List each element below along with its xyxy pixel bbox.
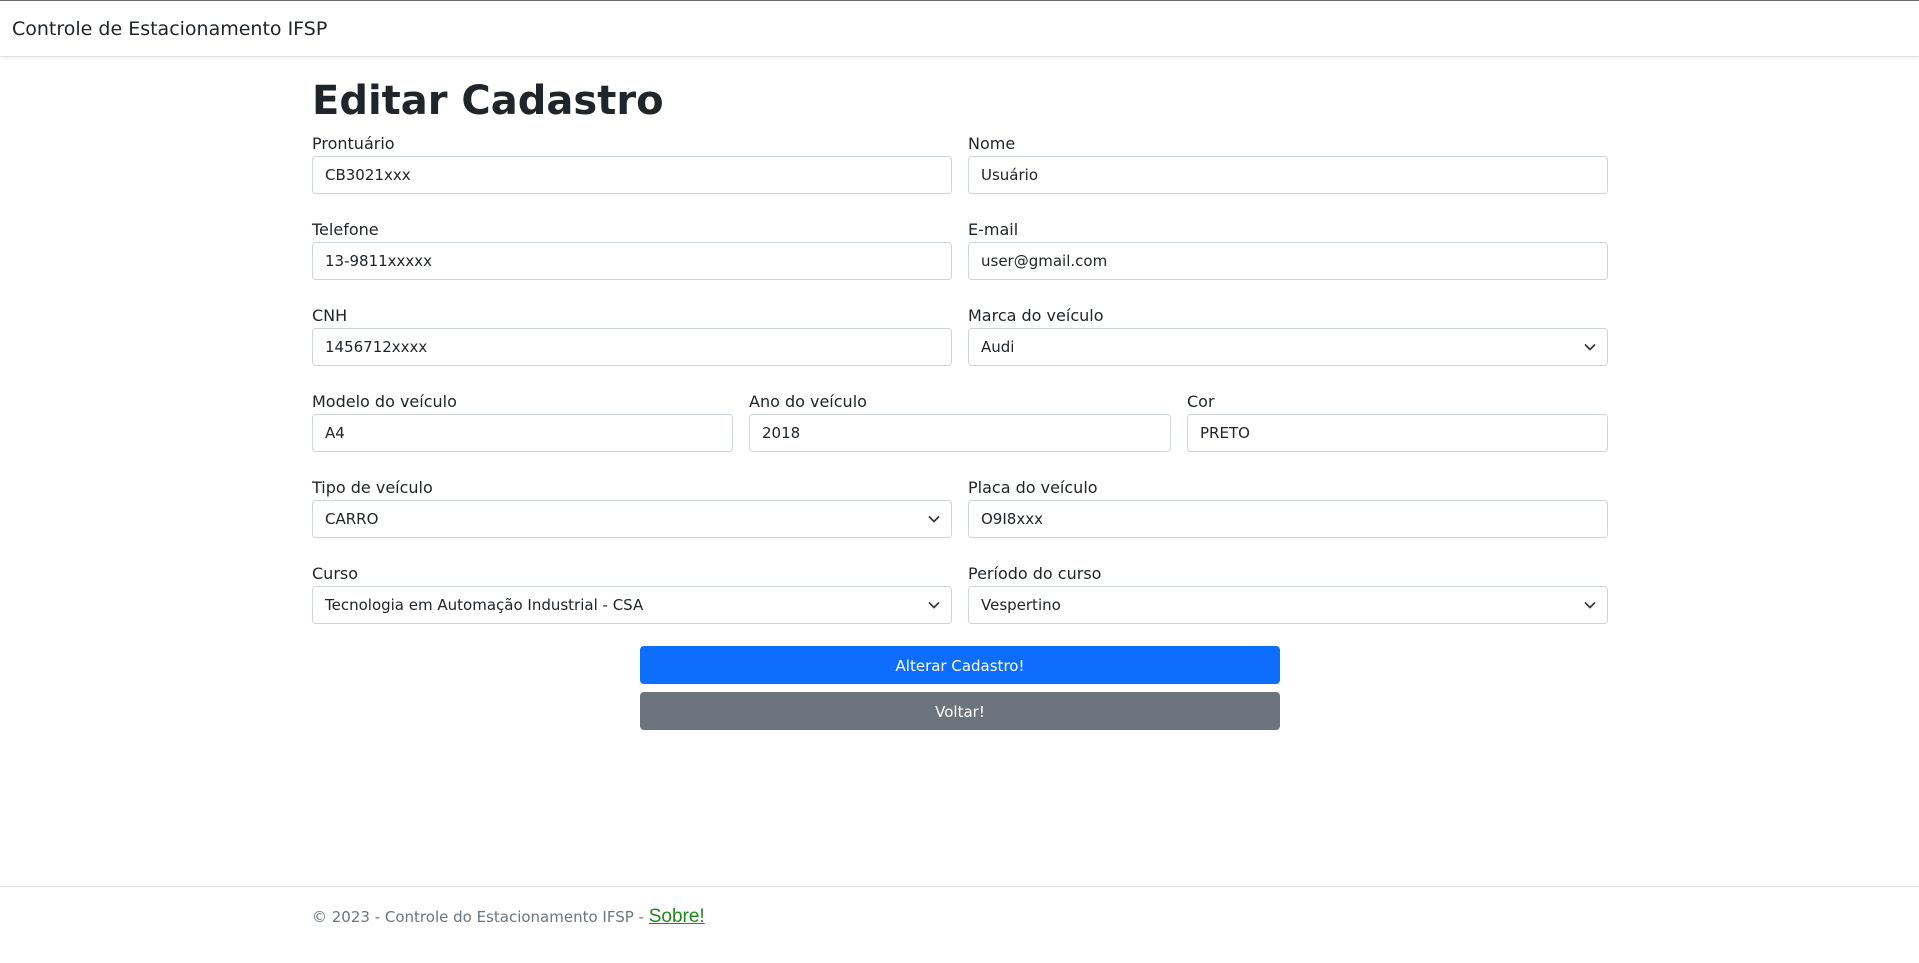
ano-input[interactable]: 2018	[749, 414, 1171, 452]
footer: © 2023 - Controle do Estacionamento IFSP…	[0, 886, 1919, 963]
cor-group: Cor PRETO	[1187, 392, 1608, 454]
tipo-group: Tipo de veículo CARRO	[312, 478, 952, 540]
modelo-input[interactable]: A4	[312, 414, 733, 452]
ano-group: Ano do veículo 2018	[749, 392, 1171, 454]
prontuario-group: Prontuário CB3021xxx	[312, 134, 952, 196]
curso-group: Curso Tecnologia em Automação Industrial…	[312, 564, 952, 626]
navbar-brand[interactable]: Controle de Estacionamento IFSP	[12, 17, 327, 41]
nome-group: Nome Usuário	[968, 134, 1608, 196]
cor-input[interactable]: PRETO	[1187, 414, 1608, 452]
marca-group: Marca do veículo Audi	[968, 306, 1608, 368]
periodo-group: Período do curso Vespertino	[968, 564, 1608, 626]
footer-copyright: © 2023 - Controle do Estacionamento IFSP…	[312, 908, 649, 926]
email-label: E-mail	[968, 220, 1019, 239]
nome-label: Nome	[968, 134, 1016, 153]
tipo-label: Tipo de veículo	[312, 478, 433, 497]
prontuario-label: Prontuário	[312, 134, 395, 153]
cnh-label: CNH	[312, 306, 348, 325]
nome-input[interactable]: Usuário	[968, 156, 1608, 194]
prontuario-input[interactable]: CB3021xxx	[312, 156, 952, 194]
chevron-down-icon	[928, 516, 940, 523]
ano-label: Ano do veículo	[749, 392, 867, 411]
telefone-input[interactable]: 13-9811xxxxx	[312, 242, 952, 280]
sobre-link[interactable]: Sobre!	[649, 906, 705, 927]
placa-group: Placa do veículo O9I8xxx	[968, 478, 1608, 540]
alterar-cadastro-button[interactable]: Alterar Cadastro!	[640, 646, 1280, 684]
email-group: E-mail user@gmail.com	[968, 220, 1608, 282]
voltar-button[interactable]: Voltar!	[640, 692, 1280, 730]
chevron-down-icon	[1584, 602, 1596, 609]
main-container: Editar Cadastro Prontuário CB3021xxx Nom…	[312, 57, 1608, 730]
marca-select[interactable]: Audi	[968, 328, 1608, 366]
periodo-label: Período do curso	[968, 564, 1102, 583]
cnh-input[interactable]: 1456712xxxx	[312, 328, 952, 366]
marca-label: Marca do veículo	[968, 306, 1104, 325]
cor-label: Cor	[1187, 392, 1215, 411]
chevron-down-icon	[928, 602, 940, 609]
chevron-down-icon	[1584, 344, 1596, 351]
placa-label: Placa do veículo	[968, 478, 1098, 497]
curso-label: Curso	[312, 564, 359, 583]
cnh-group: CNH 1456712xxxx	[312, 306, 952, 368]
periodo-select[interactable]: Vespertino	[968, 586, 1608, 624]
navbar: Controle de Estacionamento IFSP	[0, 0, 1919, 57]
tipo-select[interactable]: CARRO	[312, 500, 952, 538]
placa-input[interactable]: O9I8xxx	[968, 500, 1608, 538]
telefone-group: Telefone 13-9811xxxxx	[312, 220, 952, 282]
email-input[interactable]: user@gmail.com	[968, 242, 1608, 280]
curso-select[interactable]: Tecnologia em Automação Industrial - CSA	[312, 586, 952, 624]
footer-text: © 2023 - Controle do Estacionamento IFSP…	[312, 907, 705, 927]
modelo-label: Modelo do veículo	[312, 392, 457, 411]
telefone-label: Telefone	[312, 220, 379, 239]
modelo-group: Modelo do veículo A4	[312, 392, 733, 454]
page-title: Editar Cadastro	[312, 78, 664, 124]
